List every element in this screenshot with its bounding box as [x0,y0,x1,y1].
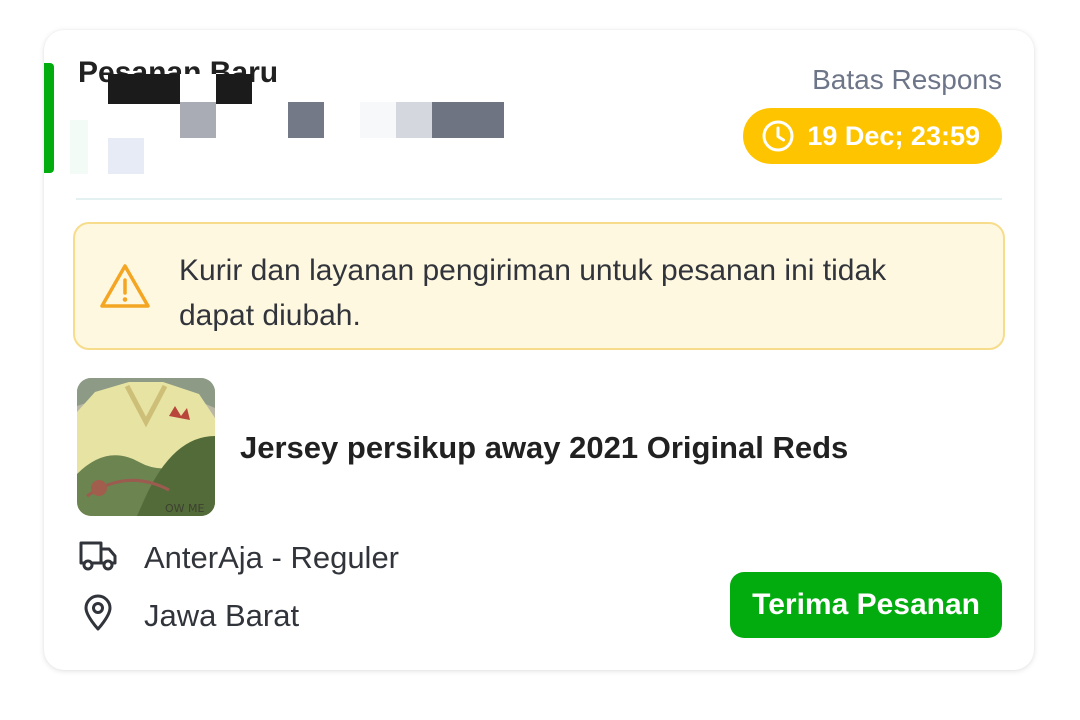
product-name[interactable]: Jersey persikup away 2021 Original Reds [240,430,848,466]
truck-icon [78,538,118,577]
order-card: Pesanan Baru Batas Respons 19 Dec; 23:59 [44,30,1034,670]
warning-text: Kurir dan layanan pengiriman untuk pesan… [179,254,887,332]
shipping-location: Jawa Barat [144,597,300,633]
status-accent-bar [44,63,54,173]
response-deadline-label: Batas Respons [812,64,1002,95]
response-deadline-badge: 19 Dec; 23:59 [743,108,1002,164]
warning-banner: Kurir dan layanan pengiriman untuk pesan… [73,222,1005,350]
warning-triangle-icon [99,262,151,315]
divider [76,198,1002,200]
svg-text:OW ME: OW ME [165,502,205,515]
accept-order-button[interactable]: Terima Pesanan [730,572,1002,638]
location-pin-icon [78,594,118,637]
accept-order-label: Terima Pesanan [752,588,980,621]
location-row: Jawa Barat [78,594,299,637]
clock-icon [761,119,795,153]
product-image[interactable]: OW ME [77,378,215,516]
deadline-value: 19 Dec; 23:59 [807,120,980,151]
courier-row: AnterAja - Reguler [78,538,399,577]
courier-service: AnterAja - Reguler [144,539,400,575]
